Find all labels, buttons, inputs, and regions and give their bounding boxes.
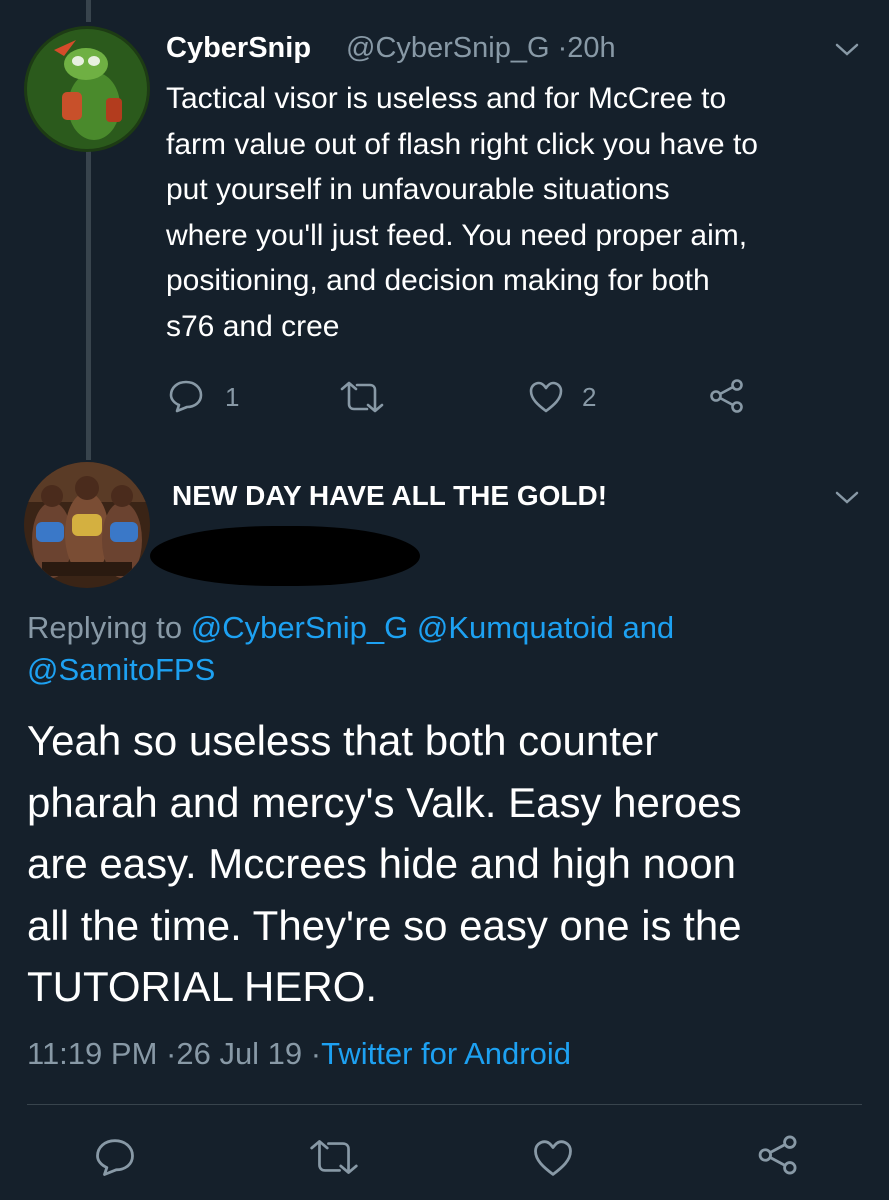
thread-line-connector [86,150,91,460]
like-count: 2 [582,382,597,412]
reply-count: 1 [225,382,240,412]
tweet1-time[interactable]: 20h [567,32,615,64]
share-icon[interactable] [708,378,744,414]
replying-to: Replying to @CyberSnip_G @Kumquatoid and [27,610,674,646]
thread-line-top [86,0,91,22]
replying-prefix: Replying to [27,610,183,645]
chevron-down-icon[interactable] [832,488,862,508]
tweet2-line: Yeah so useless that both counter [27,717,659,764]
tweet1-line: farm value out of flash right click you … [166,127,758,161]
display-name-cybersnip[interactable]: CyberSnip [166,32,311,65]
retweet-icon[interactable] [308,1138,360,1176]
tweet1-line: put yourself in unfavourable situations [166,173,670,206]
tweet1-line: Tactical visor is useless and for McCree… [166,82,727,115]
display-name-newday[interactable]: NEW DAY HAVE ALL THE GOLD! [172,480,607,512]
tweet1-line: positioning, and decision making for bot… [166,264,710,297]
tweet1-text: Tactical visor is useless and for McCree… [166,76,866,349]
tweet2-date[interactable]: 26 Jul 19 [176,1036,302,1071]
tweet2-timestamp[interactable]: 11:19 PM [27,1036,157,1071]
mention-cybersnip[interactable]: @CyberSnip_G [191,610,409,645]
like-icon[interactable] [532,1138,574,1178]
meta-separator: · [557,32,568,64]
tweet2-line: pharah and mercy's Valk. Easy heroes [27,778,742,826]
meta-separator: · [310,1036,322,1071]
redacted-handle [150,526,420,586]
mention-samitofps[interactable]: @SamitoFPS [27,652,215,688]
tweet2-source[interactable]: Twitter for Android [321,1036,571,1071]
replying-and[interactable]: and [622,610,674,645]
tweet2-line: are easy. Mccrees hide and high noon [27,840,736,887]
tweet1-line: where you'll just feed. You need proper … [166,218,748,252]
tweet2-meta: 11:19 PM ·26 Jul 19 ·Twitter for Android [27,1036,571,1072]
handle-cybersnip[interactable]: @CyberSnip_G [346,32,550,64]
like-icon[interactable] [528,380,564,414]
chevron-down-icon[interactable] [832,40,862,60]
divider [27,1104,862,1105]
retweet-icon[interactable] [339,380,385,414]
mention-kumquatoid[interactable]: @Kumquatoid [417,610,614,645]
avatar-newday[interactable] [24,462,150,588]
meta-separator: · [166,1036,177,1071]
share-icon[interactable] [756,1134,798,1176]
tweet2-text: Yeah so useless that both counter pharah… [27,710,877,1018]
tweet2-line: all the time. They're so easy one is the [27,901,742,949]
reply-icon[interactable] [94,1136,136,1178]
tweet2-line: TUTORIAL HERO. [27,963,378,1010]
tweet1-line: s76 and cree [166,309,340,343]
reply-icon[interactable] [168,378,204,414]
tweet1-meta: @CyberSnip_G ·20h [346,32,616,65]
avatar-cybersnip[interactable] [24,26,150,152]
